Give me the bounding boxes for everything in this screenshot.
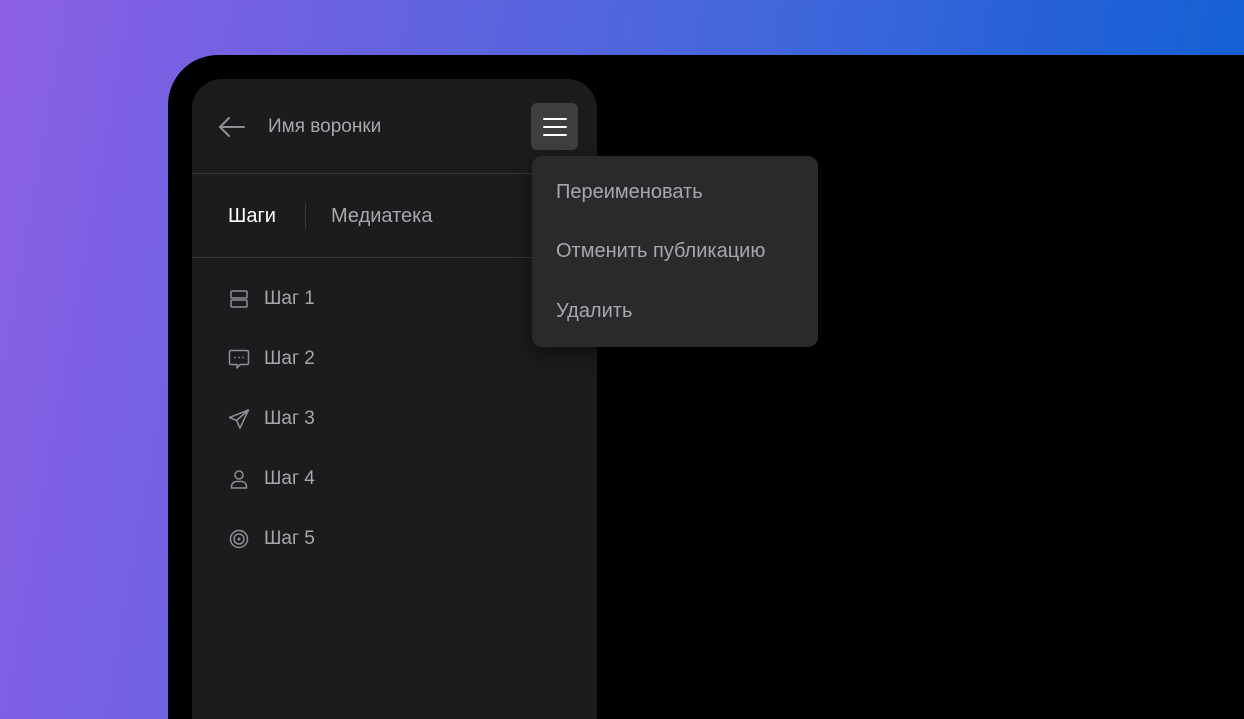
tab-steps[interactable]: Шаги xyxy=(228,204,276,228)
menu-button[interactable] xyxy=(531,103,578,150)
menu-item-rename[interactable]: Переименовать xyxy=(556,180,703,204)
paper-plane-icon xyxy=(228,408,250,430)
user-icon xyxy=(228,468,250,490)
step-item-5[interactable]: Шаг 5 xyxy=(192,510,597,570)
funnel-name-title: Имя воронки xyxy=(268,116,382,137)
step-label: Шаг 4 xyxy=(264,468,315,489)
back-button[interactable] xyxy=(218,114,246,140)
step-item-3[interactable]: Шаг 3 xyxy=(192,390,597,450)
tab-divider xyxy=(305,204,306,228)
step-label: Шаг 5 xyxy=(264,528,315,549)
arrow-left-icon xyxy=(219,117,245,137)
step-label: Шаг 3 xyxy=(264,408,315,429)
hamburger-menu-icon xyxy=(542,117,567,136)
tab-media-library[interactable]: Медиатека xyxy=(331,204,432,228)
chat-bubble-icon xyxy=(228,348,250,370)
step-label: Шаг 2 xyxy=(264,348,315,369)
layout-rows-icon xyxy=(228,288,250,310)
step-label: Шаг 1 xyxy=(264,288,315,309)
menu-item-delete[interactable]: Удалить xyxy=(556,299,632,323)
target-icon xyxy=(228,528,250,550)
step-item-4[interactable]: Шаг 4 xyxy=(192,450,597,510)
funnel-actions-menu: Переименовать Отменить публикацию Удалит… xyxy=(532,156,818,347)
menu-item-unpublish[interactable]: Отменить публикацию xyxy=(556,239,765,263)
